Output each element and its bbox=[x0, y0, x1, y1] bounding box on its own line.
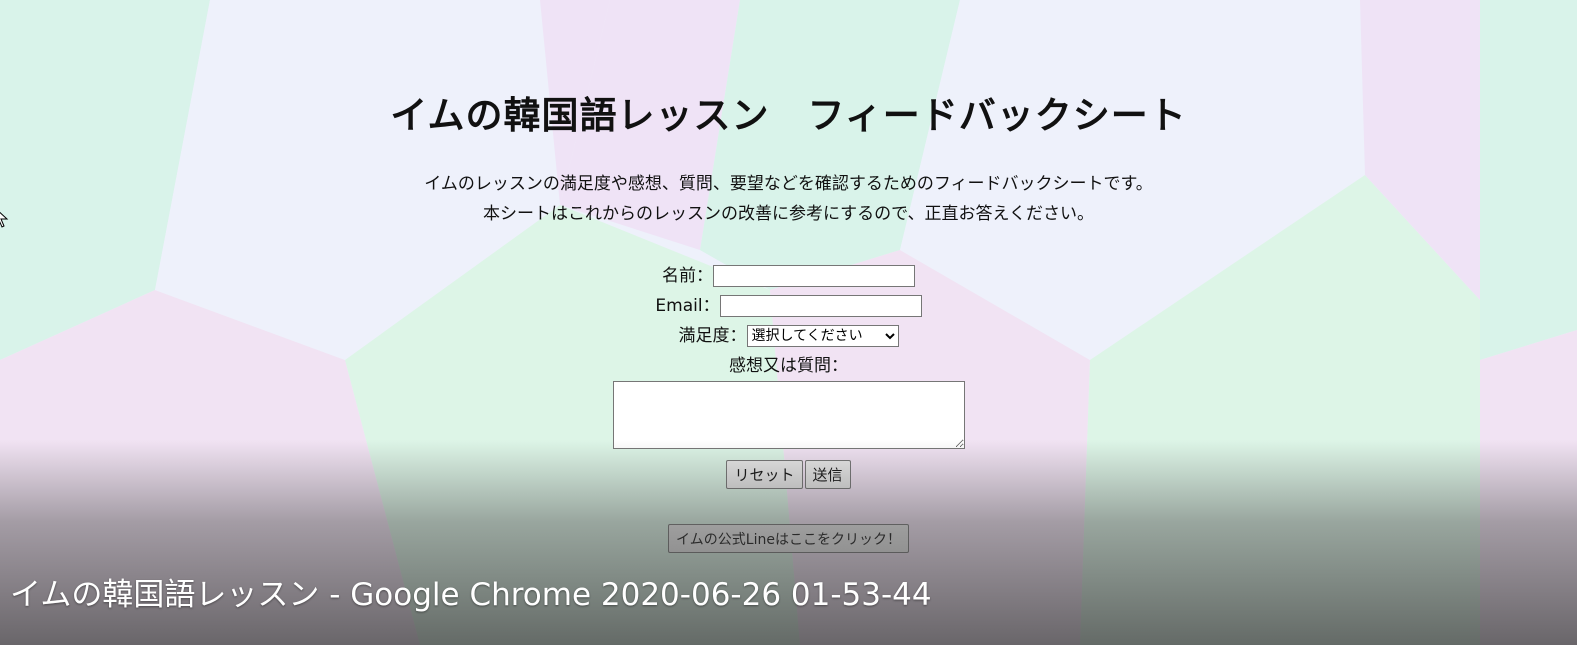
satisfaction-row: 満足度： 選択してください bbox=[0, 323, 1577, 349]
description-line-2: 本シートはこれからのレッスンの改善に参考にするので、正直お答えください。 bbox=[483, 204, 1094, 224]
name-label: 名前： bbox=[662, 266, 713, 286]
form-buttons: リセット 送信 bbox=[0, 460, 1577, 489]
line-link-row: イムの公式Lineはここをクリック！ bbox=[0, 524, 1577, 553]
comment-textarea[interactable] bbox=[613, 381, 965, 449]
comment-label-row: 感想又は質問： bbox=[0, 353, 1577, 379]
name-input[interactable] bbox=[713, 265, 915, 287]
submit-button[interactable]: 送信 bbox=[804, 460, 851, 489]
mouse-pointer-icon bbox=[0, 211, 9, 228]
email-label: Email： bbox=[655, 296, 720, 316]
name-row: 名前： bbox=[0, 263, 1577, 289]
video-caption: イムの韓国語レッスン - Google Chrome 2020-06-26 01… bbox=[10, 577, 932, 613]
email-row: Email： bbox=[0, 293, 1577, 319]
page-title: イムの韓国語レッスン フィードバックシート bbox=[390, 94, 1187, 137]
official-line-button[interactable]: イムの公式Lineはここをクリック！ bbox=[668, 524, 909, 553]
reset-button[interactable]: リセット bbox=[726, 460, 803, 489]
description-line-1: イムのレッスンの満足度や感想、質問、要望などを確認するためのフィードバックシート… bbox=[424, 174, 1153, 194]
satisfaction-label: 満足度： bbox=[678, 326, 747, 346]
satisfaction-select[interactable]: 選択してください bbox=[746, 325, 899, 347]
comment-label: 感想又は質問： bbox=[729, 356, 848, 376]
email-input[interactable] bbox=[719, 295, 922, 317]
